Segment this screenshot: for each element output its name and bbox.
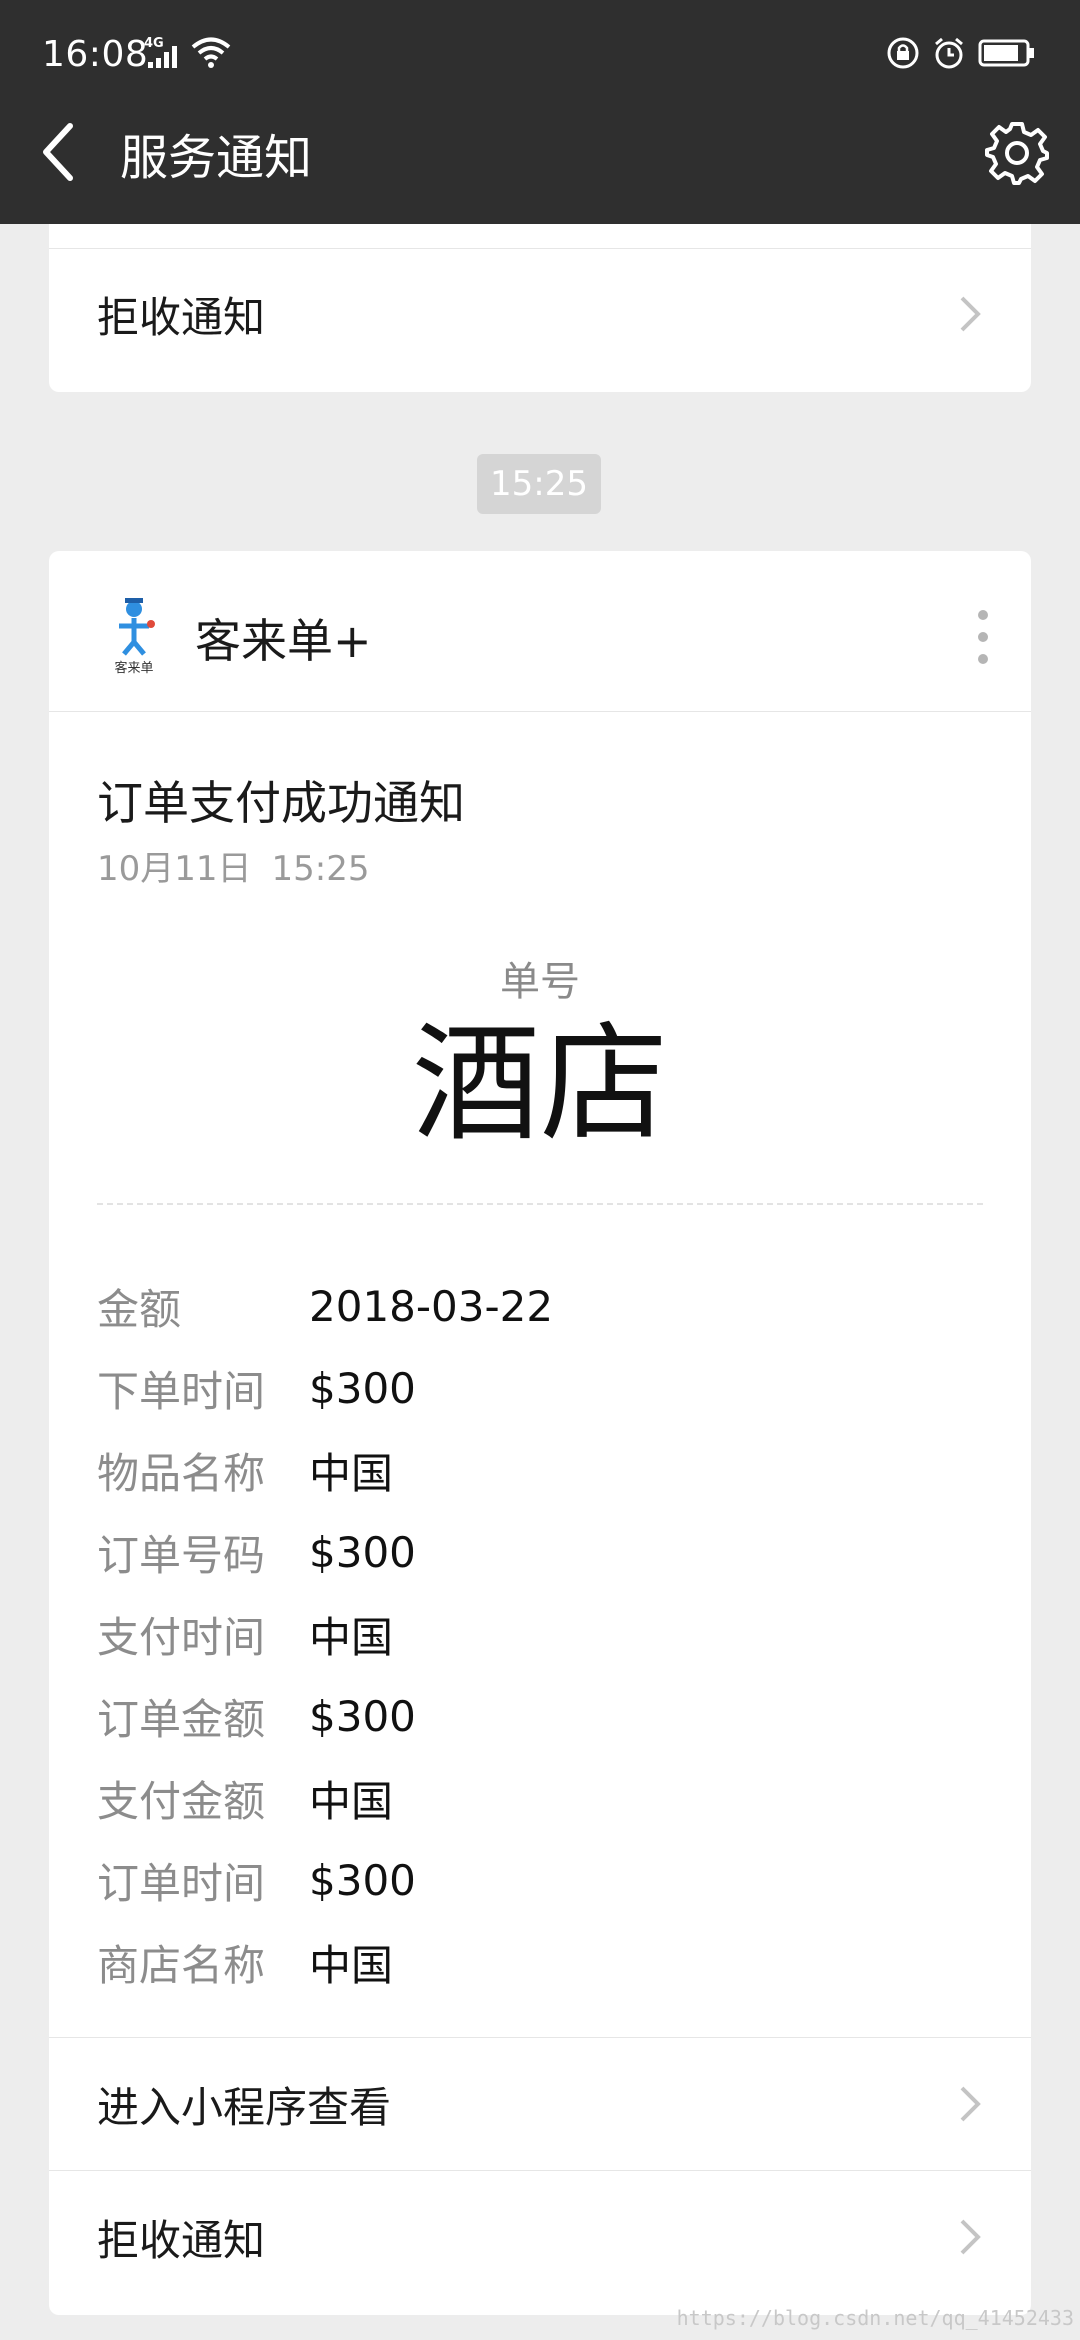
detail-row: 支付金额 中国 (97, 1757, 983, 1839)
previous-notice-card: 拒收通知 (49, 224, 1031, 392)
detail-row: 订单金额 $300 (97, 1675, 983, 1757)
open-miniprogram-button[interactable]: 进入小程序查看 (49, 2038, 1031, 2170)
key-field-label: 单号 (500, 959, 580, 1005)
notice-card: 客来单 客来单+ 订单支付成功通知 10月11日 15:25 单号 酒店 金额 20… (49, 551, 1031, 2315)
notice-date: 10月11日 (97, 849, 252, 889)
notice-datetime: 10月11日 15:25 (97, 841, 390, 890)
detail-value: $300 (309, 1363, 416, 1413)
key-field-value: 酒店 (411, 1010, 668, 1159)
detail-row: 商店名称 中国 (97, 1921, 983, 2003)
chevron-right-icon (960, 2219, 981, 2255)
detail-row: 金额 2018-03-22 (97, 1265, 983, 1347)
detail-row: 订单时间 $300 (97, 1839, 983, 1921)
detail-value: $300 (309, 1691, 416, 1741)
notice-title: 订单支付成功通知 (97, 776, 465, 830)
divider (49, 248, 1031, 249)
app-logo-icon: 客来单 (114, 598, 155, 676)
detail-list: 金额 2018-03-22 下单时间 $300 物品名称 中国 订单号码 $300 支付… (97, 1265, 983, 2003)
reject-notice-label: 拒收通知 (97, 292, 266, 342)
detail-row: 物品名称 中国 (97, 1429, 983, 1511)
detail-row: 下单时间 $300 (97, 1347, 983, 1429)
open-miniprogram-label: 进入小程序查看 (97, 2082, 392, 2132)
wifi-icon (191, 37, 231, 68)
app-logo-caption: 客来单 (114, 660, 153, 676)
detail-value: 2018-03-22 (309, 1281, 554, 1331)
detail-value: $300 (309, 1527, 416, 1577)
detail-value: 中国 (309, 1776, 394, 1826)
watermark: https://blog.csdn.net/qq_41452433 (676, 2306, 1074, 2330)
detail-label: 支付金额 (97, 1776, 266, 1826)
page-title: 服务通知 (120, 130, 313, 186)
back-arrow-icon[interactable] (36, 120, 80, 184)
reject-notice-button-top[interactable]: 拒收通知 (49, 264, 1031, 364)
signal-icon (148, 46, 177, 68)
detail-label: 商店名称 (97, 1940, 266, 1990)
detail-row: 订单号码 $300 (97, 1511, 983, 1593)
detail-value: 中国 (309, 1940, 394, 1990)
reject-notice-button[interactable]: 拒收通知 (49, 2171, 1031, 2303)
battery-icon (978, 39, 1034, 67)
detail-row: 支付时间 中国 (97, 1593, 983, 1675)
alarm-icon (935, 37, 963, 69)
detail-label: 金额 (97, 1284, 182, 1334)
miniprogram-header[interactable]: 客来单 客来单+ (49, 551, 1031, 712)
detail-label: 订单号码 (97, 1530, 266, 1580)
more-options-icon[interactable] (975, 607, 991, 667)
app-header: 16:08 4G 服务通知 (0, 0, 1080, 224)
chevron-right-icon (960, 296, 981, 332)
dashed-divider (97, 1203, 983, 1205)
notice-time: 15:25 (271, 849, 370, 889)
detail-label: 订单金额 (97, 1694, 266, 1744)
status-time: 16:08 (42, 34, 149, 75)
reject-notice-label: 拒收通知 (97, 2215, 266, 2265)
detail-label: 支付时间 (97, 1612, 266, 1662)
detail-value: 中国 (309, 1448, 394, 1498)
screen-lock-icon (887, 37, 919, 69)
detail-value: 中国 (309, 1612, 394, 1662)
detail-label: 订单时间 (97, 1858, 266, 1908)
message-timestamp: 15:25 (477, 454, 601, 514)
detail-label: 物品名称 (97, 1448, 266, 1498)
gear-icon[interactable] (984, 120, 1050, 186)
detail-value: $300 (309, 1855, 416, 1905)
chevron-right-icon (960, 2086, 981, 2122)
miniprogram-name: 客来单+ (195, 614, 372, 668)
detail-label: 下单时间 (97, 1366, 266, 1416)
